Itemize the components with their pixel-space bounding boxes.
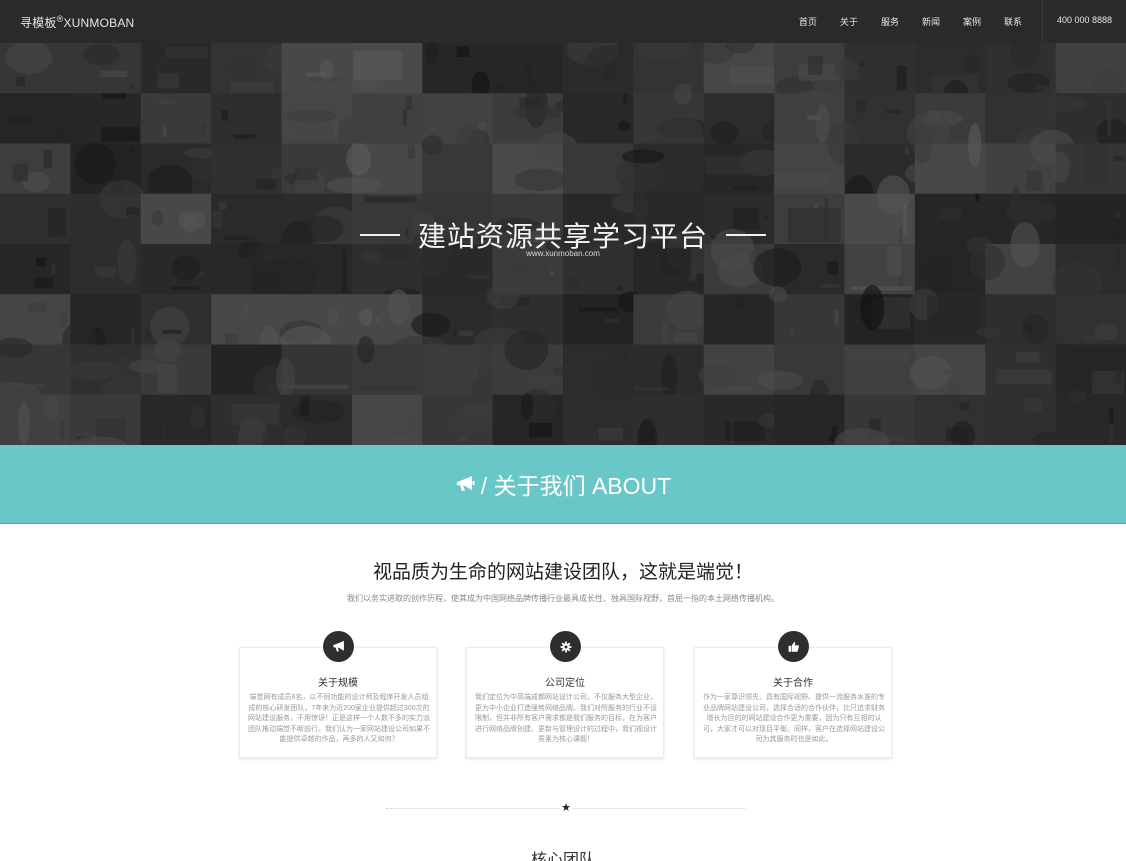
card-text: 我们定位为中高端成都网站设计公司，不仅服务大型企业，更为中小企业打造强势网络品牌… <box>475 694 657 743</box>
hero-title-left-rule <box>359 234 400 236</box>
feature-card-cooperation: 关于合作 作为一家尊识领先、具有国际视野、提供一流服务水准的专业品牌网站建设公司… <box>694 631 892 758</box>
divider-star-icon: ★ <box>560 801 572 815</box>
team-section-title: 核心团队 <box>530 852 595 861</box>
feature-card-positioning: 公司定位 我们定位为中高端成都网站设计公司，不仅服务大型企业，更为中小企业打造强… <box>466 631 664 758</box>
card-icon-circle <box>323 631 354 662</box>
thumbs-up-icon <box>788 641 799 652</box>
card-icon-circle <box>550 631 581 662</box>
logo-en: XUNMOBAN <box>63 16 135 30</box>
about-intro: 我们以务实进取的创作历程，使其成为中国网络品牌传播行业最具成长性、独具国际视野，… <box>347 594 779 603</box>
nav-item-home[interactable]: 首页 <box>799 15 817 28</box>
nav-item-news[interactable]: 新闻 <box>922 15 940 28</box>
hero-banner: 建站资源共享学习平台 www.xunmoban.com <box>0 43 1126 445</box>
nav-item-about[interactable]: 关于 <box>840 15 858 28</box>
about-section-band: / 关于我们 ABOUT <box>0 445 1126 524</box>
nav-item-cases[interactable]: 案例 <box>963 15 981 28</box>
main-nav: 首页 关于 服务 新闻 案例 联系 <box>776 0 1022 43</box>
about-band-label: / 关于我们 ABOUT <box>480 473 672 499</box>
megaphone-icon <box>332 640 344 652</box>
card-icon-circle <box>778 631 809 662</box>
logo-cn: 寻模板 <box>20 16 57 30</box>
nav-item-services[interactable]: 服务 <box>881 15 899 28</box>
card-text: 作为一家尊识领先、具有国际视野、提供一流服务水准的专业品牌网站建设公司，选择合适… <box>703 694 885 743</box>
top-navigation-bar: 寻模板®XUNMOBAN 首页 关于 服务 新闻 案例 联系 400 000 8… <box>0 0 1126 43</box>
hero-title-right-rule <box>726 234 766 236</box>
about-band-heading: / 关于我们 ABOUT <box>455 467 671 501</box>
feature-card-scale: 关于规模 端觉网有成员8名，以不同功能的设计师及程序开发人员组成的核心研发团队，… <box>239 631 437 758</box>
card-title: 公司定位 <box>545 678 585 689</box>
card-title: 关于规模 <box>318 678 358 689</box>
hero-subtitle: www.xunmoban.com <box>526 249 600 258</box>
megaphone-icon <box>456 476 475 491</box>
gear-icon <box>560 641 571 652</box>
site-logo[interactable]: 寻模板®XUNMOBAN <box>20 14 134 31</box>
about-headline: 视品质为生命的网站建设团队，这就是端觉！ <box>372 562 753 583</box>
card-title: 关于合作 <box>773 678 813 689</box>
phone-number: 400 000 8888 <box>1042 0 1126 43</box>
nav-item-contact[interactable]: 联系 <box>1004 15 1022 28</box>
card-text: 端觉网有成员8名，以不同功能的设计师及程序开发人员组成的核心研发团队，7年来为近… <box>248 694 430 743</box>
